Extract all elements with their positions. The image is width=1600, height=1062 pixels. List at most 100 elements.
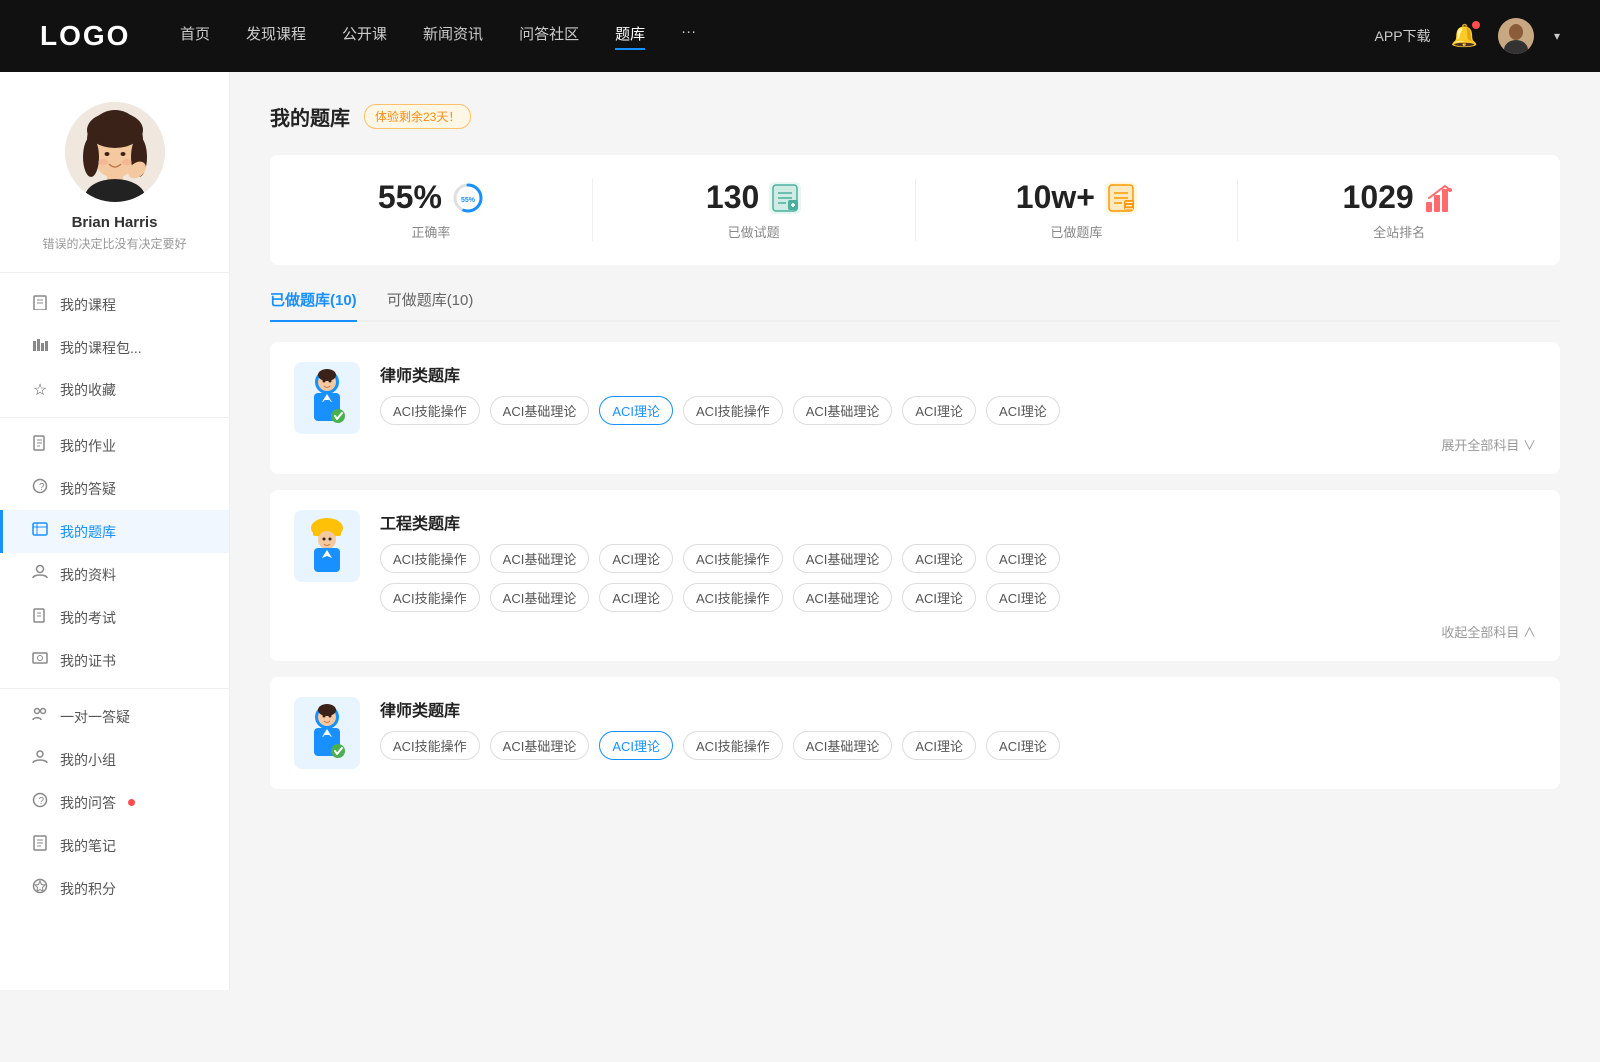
tag-1-3[interactable]: ACI理论 [599, 396, 673, 425]
tag-2-1[interactable]: ACI技能操作 [380, 544, 480, 573]
tag-2-2[interactable]: ACI基础理论 [490, 544, 590, 573]
sidebar-item-profile[interactable]: 我的资料 [0, 553, 229, 596]
user-avatar[interactable] [1498, 18, 1534, 54]
avatar-image [1498, 18, 1534, 54]
tag-1-5[interactable]: ACI基础理论 [793, 396, 893, 425]
bank-card-title-2: 工程类题库 [380, 510, 1536, 534]
app-download-btn[interactable]: APP下载 [1375, 26, 1431, 46]
tag-2-3[interactable]: ACI理论 [599, 544, 673, 573]
stat-label-rank: 全站排名 [1373, 222, 1425, 241]
sidebar-item-group[interactable]: 我的小组 [0, 738, 229, 781]
nav-open-course[interactable]: 公开课 [342, 23, 387, 50]
sidebar-course-pkg-label: 我的课程包... [60, 338, 142, 358]
sidebar-item-points[interactable]: 我的积分 [0, 867, 229, 910]
stat-icon-questions [769, 182, 801, 214]
tag-2-9[interactable]: ACI基础理论 [490, 583, 590, 612]
stat-label-banks: 已做题库 [1050, 222, 1102, 241]
stats-bar: 55% 55% 正确率 130 [270, 155, 1560, 265]
bank-card-content-3: 律师类题库 ACI技能操作 ACI基础理论 ACI理论 ACI技能操作 ACI基… [380, 697, 1536, 760]
sidebar-item-exam[interactable]: 我的考试 [0, 596, 229, 639]
one-on-one-icon [30, 706, 50, 727]
nav-more[interactable]: ··· [681, 23, 696, 50]
sidebar-item-course-pkg[interactable]: 我的课程包... [0, 326, 229, 369]
bank-card-header-1: 律师类题库 ACI技能操作 ACI基础理论 ACI理论 ACI技能操作 ACI基… [294, 362, 1536, 454]
notification-bell[interactable]: 🔔 [1451, 23, 1478, 49]
tag-3-3[interactable]: ACI理论 [599, 731, 673, 760]
sidebar-item-notes[interactable]: 我的笔记 [0, 824, 229, 867]
svg-text:?: ? [39, 482, 45, 493]
tag-3-5[interactable]: ACI基础理论 [793, 731, 893, 760]
nav-qa[interactable]: 问答社区 [519, 23, 579, 50]
tag-3-6[interactable]: ACI理论 [902, 731, 976, 760]
stat-value-questions: 130 [706, 179, 759, 216]
stat-icon-rank [1424, 182, 1456, 214]
tag-3-1[interactable]: ACI技能操作 [380, 731, 480, 760]
bank-card-header-3: 律师类题库 ACI技能操作 ACI基础理论 ACI理论 ACI技能操作 ACI基… [294, 697, 1536, 769]
tag-2-8[interactable]: ACI技能操作 [380, 583, 480, 612]
ask-icon: ? [30, 478, 50, 499]
tag-2-13[interactable]: ACI理论 [902, 583, 976, 612]
tag-1-4[interactable]: ACI技能操作 [683, 396, 783, 425]
tag-3-2[interactable]: ACI基础理论 [490, 731, 590, 760]
tag-1-7[interactable]: ACI理论 [986, 396, 1060, 425]
sidebar-item-quiz-bank[interactable]: 我的题库 [0, 510, 229, 553]
sidebar-item-course[interactable]: 我的课程 [0, 283, 229, 326]
navbar: LOGO 首页 发现课程 公开课 新闻资讯 问答社区 题库 ··· APP下载 … [0, 0, 1600, 72]
collapse-btn-2[interactable]: 收起全部科目 ∧ [380, 622, 1536, 641]
bank-card-title-3: 律师类题库 [380, 697, 1536, 721]
tags-row-2a: ACI技能操作 ACI基础理论 ACI理论 ACI技能操作 ACI基础理论 AC… [380, 544, 1536, 573]
avatar-svg [65, 102, 165, 202]
sidebar-notes-label: 我的笔记 [60, 836, 116, 856]
sidebar-item-one-on-one[interactable]: 一对一答疑 [0, 695, 229, 738]
sidebar-item-my-qa[interactable]: ? 我的问答 [0, 781, 229, 824]
tag-2-11[interactable]: ACI技能操作 [683, 583, 783, 612]
bank-card-icon-lawyer-2 [294, 697, 360, 769]
nav-quiz[interactable]: 题库 [615, 23, 645, 50]
sidebar-quiz-bank-label: 我的题库 [60, 522, 116, 542]
tag-2-4[interactable]: ACI技能操作 [683, 544, 783, 573]
stat-row-banks: 10w+ 三 [1016, 179, 1137, 216]
tag-1-2[interactable]: ACI基础理论 [490, 396, 590, 425]
tags-row-3: ACI技能操作 ACI基础理论 ACI理论 ACI技能操作 ACI基础理论 AC… [380, 731, 1536, 760]
bank-card-lawyer-1: 律师类题库 ACI技能操作 ACI基础理论 ACI理论 ACI技能操作 ACI基… [270, 342, 1560, 474]
sidebar-homework-label: 我的作业 [60, 436, 116, 456]
sidebar-item-ask[interactable]: ? 我的答疑 [0, 467, 229, 510]
my-qa-icon: ? [30, 792, 50, 813]
bank-card-content-2: 工程类题库 ACI技能操作 ACI基础理论 ACI理论 ACI技能操作 ACI基… [380, 510, 1536, 641]
tag-1-1[interactable]: ACI技能操作 [380, 396, 480, 425]
sidebar-item-homework[interactable]: 我的作业 [0, 424, 229, 467]
nav-home[interactable]: 首页 [180, 23, 210, 50]
user-menu-chevron[interactable]: ▾ [1554, 29, 1560, 43]
main-content: 我的题库 体验剩余23天！ 55% 55% [230, 72, 1600, 990]
sidebar-group-label: 我的小组 [60, 750, 116, 770]
tag-2-7[interactable]: ACI理论 [986, 544, 1060, 573]
exam-icon [30, 607, 50, 628]
stat-value-correct: 55% [378, 179, 442, 216]
sidebar-ask-label: 我的答疑 [60, 479, 116, 499]
tab-available-banks[interactable]: 可做题库(10) [387, 289, 474, 320]
tab-done-banks[interactable]: 已做题库(10) [270, 289, 357, 320]
cert-icon [30, 650, 50, 671]
tag-3-4[interactable]: ACI技能操作 [683, 731, 783, 760]
sidebar-profile-label: 我的资料 [60, 565, 116, 585]
nav-news[interactable]: 新闻资讯 [423, 23, 483, 50]
tag-2-6[interactable]: ACI理论 [902, 544, 976, 573]
tag-3-7[interactable]: ACI理论 [986, 731, 1060, 760]
stat-done-banks: 10w+ 三 已做题库 [916, 179, 1239, 241]
homework-icon [30, 435, 50, 456]
nav-discover[interactable]: 发现课程 [246, 23, 306, 50]
bank-card-engineer: 工程类题库 ACI技能操作 ACI基础理论 ACI理论 ACI技能操作 ACI基… [270, 490, 1560, 661]
tag-1-6[interactable]: ACI理论 [902, 396, 976, 425]
page-layout: Brian Harris 错误的决定比没有决定要好 我的课程 我的课程包... … [0, 72, 1600, 990]
sidebar-item-collect[interactable]: ☆ 我的收藏 [0, 369, 229, 411]
tabs-row: 已做题库(10) 可做题库(10) [270, 289, 1560, 322]
sidebar-item-cert[interactable]: 我的证书 [0, 639, 229, 682]
tag-2-14[interactable]: ACI理论 [986, 583, 1060, 612]
profile-avatar[interactable] [65, 102, 165, 202]
profile-icon [30, 564, 50, 585]
stat-row-correct: 55% 55% [378, 179, 484, 216]
tag-2-12[interactable]: ACI基础理论 [793, 583, 893, 612]
expand-btn-1[interactable]: 展开全部科目 ∨ [380, 435, 1536, 454]
tag-2-5[interactable]: ACI基础理论 [793, 544, 893, 573]
tag-2-10[interactable]: ACI理论 [599, 583, 673, 612]
